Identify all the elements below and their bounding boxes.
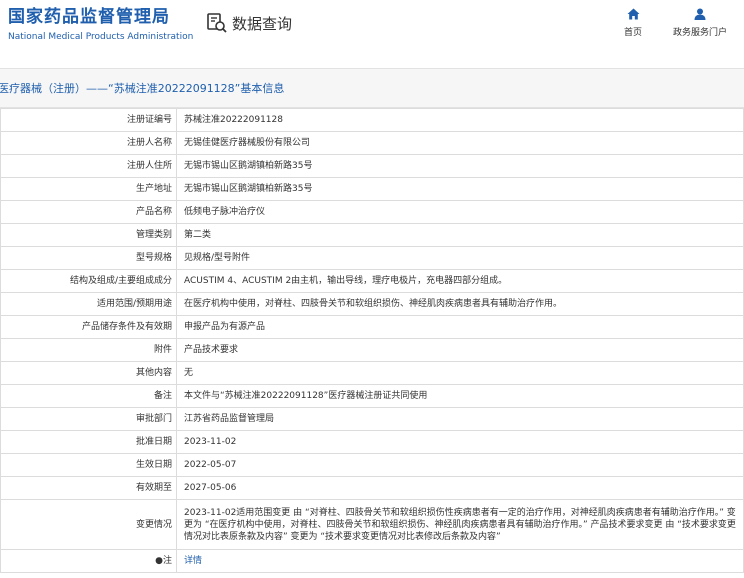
row-value: 产品技术要求	[176, 338, 744, 362]
table-row: 生效日期 2022-05-07	[0, 453, 744, 477]
table-row: 审批部门 江苏省药品监督管理局	[0, 407, 744, 431]
data-query-label: 数据查询	[232, 14, 293, 33]
nav-home[interactable]: 首页	[620, 8, 646, 38]
table-row: 生产地址 无锡市锡山区鹅湖镇柏新路35号	[0, 177, 744, 201]
row-label: 结构及组成/主要组成成分	[0, 269, 177, 293]
row-value: 见规格/型号附件	[176, 246, 744, 270]
row-value: 第二类	[176, 223, 744, 247]
row-value: 无锡佳健医疗器械股份有限公司	[176, 131, 744, 155]
row-label: 变更情况	[0, 499, 177, 550]
row-value: 低频电子脉冲治疗仪	[176, 200, 744, 224]
row-value: 无锡市锡山区鹅湖镇柏新路35号	[176, 177, 744, 201]
site-header: 国家药品监督管理局 National Medical Products Admi…	[0, 0, 744, 66]
row-label: 管理类别	[0, 223, 177, 247]
nav-home-label: 首页	[623, 28, 642, 38]
row-label: 其他内容	[0, 361, 177, 385]
row-value: 2023-11-02适用范围变更 由 “对脊柱、四肢骨关节和软组织损伤性疾病患者…	[176, 499, 744, 550]
table-row: 附件 产品技术要求	[0, 338, 744, 362]
row-value: 在医疗机构中使用，对脊柱、四肢骨关节和软组织损伤、神经肌肉疾病患者具有辅助治疗作…	[176, 292, 744, 316]
database-search-icon	[207, 13, 227, 33]
table-row: 注册证编号 苏械注准20222091128	[0, 108, 744, 132]
row-value: ACUSTIM 4、ACUSTIM 2由主机，输出导线，理疗电极片，充电器四部分…	[176, 269, 744, 293]
row-value: 江苏省药品监督管理局	[176, 407, 744, 431]
user-icon	[694, 8, 706, 20]
table-row: 批准日期 2023-11-02	[0, 430, 744, 454]
table-row: 结构及组成/主要组成成分 ACUSTIM 4、ACUSTIM 2由主机，输出导线…	[0, 269, 744, 293]
table-row: 注册人住所 无锡市锡山区鹅湖镇柏新路35号	[0, 154, 744, 178]
row-label: 附件	[0, 338, 177, 362]
nmpa-logo[interactable]: 国家药品监督管理局 National Medical Products Admi…	[8, 6, 193, 43]
row-label: 有效期至	[0, 476, 177, 500]
logo-chinese-text: 国家药品监督管理局	[8, 7, 170, 27]
row-value: 2022-05-07	[176, 453, 744, 477]
row-value: 苏械注准20222091128	[176, 108, 744, 132]
nav-service-portal-label: 政务服务门户	[672, 28, 727, 38]
page-title-bar: 医疗器械（注册）——“苏械注准20222091128”基本信息	[0, 68, 744, 108]
row-value: 无锡市锡山区鹅湖镇柏新路35号	[176, 154, 744, 178]
row-label: ●注	[0, 549, 177, 573]
row-value: 本文件与“苏械注准20222091128”医疗器械注册证共同使用	[176, 384, 744, 408]
row-label: 注册人住所	[0, 154, 177, 178]
logo-english-text: National Medical Products Administration	[8, 32, 194, 42]
details-link[interactable]: 详情	[184, 556, 202, 566]
table-row: 注册人名称 无锡佳健医疗器械股份有限公司	[0, 131, 744, 155]
row-value: 无	[176, 361, 744, 385]
table-row: 产品名称 低频电子脉冲治疗仪	[0, 200, 744, 224]
row-value: 2027-05-06	[176, 476, 744, 500]
data-query-link[interactable]: 数据查询	[206, 12, 292, 34]
row-label: 生产地址	[0, 177, 177, 201]
table-row: 适用范围/预期用途 在医疗机构中使用，对脊柱、四肢骨关节和软组织损伤、神经肌肉疾…	[0, 292, 744, 316]
table-row: 其他内容 无	[0, 361, 744, 385]
table-row: 产品储存条件及有效期 申报产品为有源产品	[0, 315, 744, 339]
table-row: 管理类别 第二类	[0, 223, 744, 247]
table-row: ●注 详情	[0, 549, 744, 573]
page-title: 医疗器械（注册）——“苏械注准20222091128”基本信息	[0, 82, 285, 95]
row-label: 产品储存条件及有效期	[0, 315, 177, 339]
row-label: 审批部门	[0, 407, 177, 431]
row-value: 2023-11-02	[176, 430, 744, 454]
table-row: 备注 本文件与“苏械注准20222091128”医疗器械注册证共同使用	[0, 384, 744, 408]
row-label: 批准日期	[0, 430, 177, 454]
home-icon	[627, 8, 639, 20]
table-row: 变更情况 2023-11-02适用范围变更 由 “对脊柱、四肢骨关节和软组织损伤…	[0, 499, 744, 550]
registration-info-table: 注册证编号 苏械注准20222091128 注册人名称 无锡佳健医疗器械股份有限…	[0, 108, 744, 573]
row-label: 备注	[0, 384, 177, 408]
row-label: 注册人名称	[0, 131, 177, 155]
table-row: 型号规格 见规格/型号附件	[0, 246, 744, 270]
table-row: 有效期至 2027-05-06	[0, 476, 744, 500]
row-label: 生效日期	[0, 453, 177, 477]
nav-service-portal[interactable]: 政务服务门户	[668, 8, 732, 38]
row-label: 型号规格	[0, 246, 177, 270]
row-label: 注册证编号	[0, 108, 177, 132]
row-value: 申报产品为有源产品	[176, 315, 744, 339]
row-label: 适用范围/预期用途	[0, 292, 177, 316]
row-label: 产品名称	[0, 200, 177, 224]
